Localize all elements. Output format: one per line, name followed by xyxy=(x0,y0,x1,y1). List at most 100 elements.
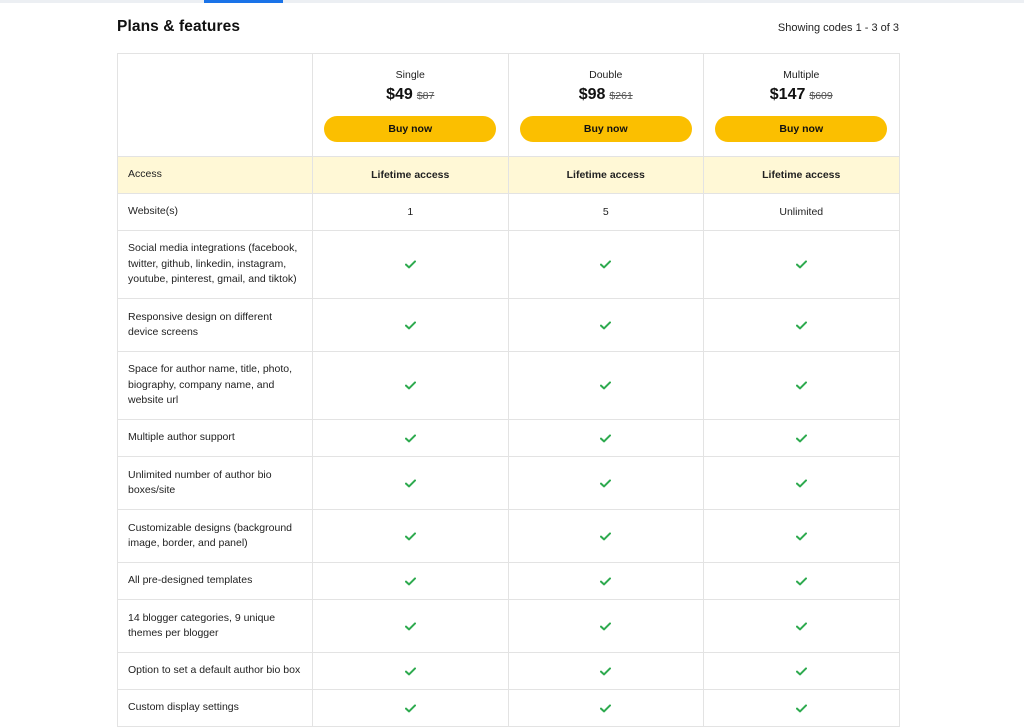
buy-now-button-single[interactable]: Buy now xyxy=(324,116,497,142)
check-icon xyxy=(795,434,807,443)
buy-now-button-double[interactable]: Buy now xyxy=(519,116,692,142)
check-cell xyxy=(312,509,509,563)
check-cell xyxy=(312,351,509,420)
check-cell xyxy=(703,509,900,563)
check-icon xyxy=(404,577,416,586)
check-icon xyxy=(795,622,807,631)
check-cell xyxy=(312,419,509,457)
feature-value: Lifetime access xyxy=(703,156,900,194)
page-title: Plans & features xyxy=(117,18,241,35)
plan-name: Single xyxy=(395,69,425,81)
table-row: Responsive design on different device sc… xyxy=(117,298,900,352)
check-icon xyxy=(795,577,807,586)
check-cell xyxy=(312,689,509,727)
empty-corner-cell xyxy=(117,53,313,157)
check-cell xyxy=(507,351,704,420)
feature-label: Option to set a default author bio box xyxy=(117,652,313,690)
check-icon xyxy=(404,532,416,541)
check-icon xyxy=(600,532,612,541)
plan-column-multiple: Multiple $147 $609 Buy now xyxy=(703,53,900,157)
feature-label: Responsive design on different device sc… xyxy=(117,298,313,352)
plan-old-price: $261 xyxy=(609,90,633,102)
check-cell xyxy=(703,456,900,510)
feature-label: Unlimited number of author bio boxes/sit… xyxy=(117,456,313,510)
check-icon xyxy=(795,260,807,269)
table-row: Unlimited number of author bio boxes/sit… xyxy=(117,456,900,510)
check-icon xyxy=(795,381,807,390)
check-icon xyxy=(795,321,807,330)
buy-now-button-multiple[interactable]: Buy now xyxy=(715,116,888,142)
check-icon xyxy=(600,577,612,586)
price-line: $98 $261 xyxy=(509,86,704,108)
feature-label: All pre-designed templates xyxy=(117,562,313,600)
feature-label: Access xyxy=(117,156,313,194)
feature-label: Customizable designs (background image, … xyxy=(117,509,313,563)
check-cell xyxy=(507,599,704,653)
check-cell xyxy=(703,599,900,653)
check-cell xyxy=(507,652,704,690)
check-icon xyxy=(404,704,416,713)
table-row: 14 blogger categories, 9 unique themes p… xyxy=(117,599,900,653)
feature-value: Unlimited xyxy=(703,193,900,231)
check-cell xyxy=(507,230,704,299)
check-cell xyxy=(312,562,509,600)
check-cell xyxy=(703,562,900,600)
feature-value: 1 xyxy=(312,193,509,231)
check-icon xyxy=(600,260,612,269)
check-cell xyxy=(312,298,509,352)
check-cell xyxy=(507,689,704,727)
feature-value: 5 xyxy=(507,193,704,231)
check-icon xyxy=(404,321,416,330)
check-cell xyxy=(312,230,509,299)
check-icon xyxy=(600,381,612,390)
plan-column-double: Double $98 $261 Buy now xyxy=(507,53,704,157)
plan-header-row: Single $49 $87 Buy now Double $98 $261 Buy… xyxy=(117,53,900,157)
check-icon xyxy=(600,321,612,330)
price-line: $147 $609 xyxy=(704,86,899,108)
check-cell xyxy=(312,652,509,690)
table-row: Social media integrations (facebook, twi… xyxy=(117,230,900,299)
feature-value: Lifetime access xyxy=(312,156,509,194)
check-icon xyxy=(404,434,416,443)
feature-value: Lifetime access xyxy=(507,156,704,194)
feature-label: Multiple author support xyxy=(117,419,313,457)
plan-price: $147 xyxy=(769,86,806,103)
check-icon xyxy=(795,667,807,676)
plan-old-price: $87 xyxy=(416,90,435,102)
check-cell xyxy=(703,652,900,690)
table-row: Space for author name, title, photo, bio… xyxy=(117,351,900,420)
check-icon xyxy=(600,622,612,631)
plan-price: $49 xyxy=(386,86,413,103)
table-row-websites: Website(s) 1 5 Unlimited xyxy=(117,193,900,231)
check-cell xyxy=(703,351,900,420)
check-icon xyxy=(404,667,416,676)
feature-label: Space for author name, title, photo, bio… xyxy=(117,351,313,420)
check-icon xyxy=(404,479,416,488)
check-cell xyxy=(507,456,704,510)
plan-column-single: Single $49 $87 Buy now xyxy=(312,53,509,157)
plan-name: Double xyxy=(589,69,623,81)
plans-header: Plans & features Showing codes 1 - 3 of … xyxy=(117,18,899,42)
table-row: Multiple author support xyxy=(117,419,900,457)
table-row-access: Access Lifetime access Lifetime access L… xyxy=(117,156,900,194)
check-icon xyxy=(404,260,416,269)
check-icon xyxy=(404,622,416,631)
check-cell xyxy=(312,599,509,653)
plan-name: Multiple xyxy=(783,69,820,81)
feature-label: 14 blogger categories, 9 unique themes p… xyxy=(117,599,313,653)
plan-old-price: $609 xyxy=(809,90,833,102)
table-row: Customizable designs (background image, … xyxy=(117,509,900,563)
check-cell xyxy=(507,509,704,563)
results-count: Showing codes 1 - 3 of 3 xyxy=(777,22,899,34)
table-row: Option to set a default author bio box xyxy=(117,652,900,690)
check-icon xyxy=(795,532,807,541)
check-icon xyxy=(795,479,807,488)
price-line: $49 $87 xyxy=(313,86,508,108)
plan-price: $98 xyxy=(578,86,606,103)
check-cell xyxy=(703,419,900,457)
check-icon xyxy=(600,704,612,713)
check-icon xyxy=(600,479,612,488)
table-row: All pre-designed templates xyxy=(117,562,900,600)
feature-label: Social media integrations (facebook, twi… xyxy=(117,230,313,299)
check-cell xyxy=(703,689,900,727)
